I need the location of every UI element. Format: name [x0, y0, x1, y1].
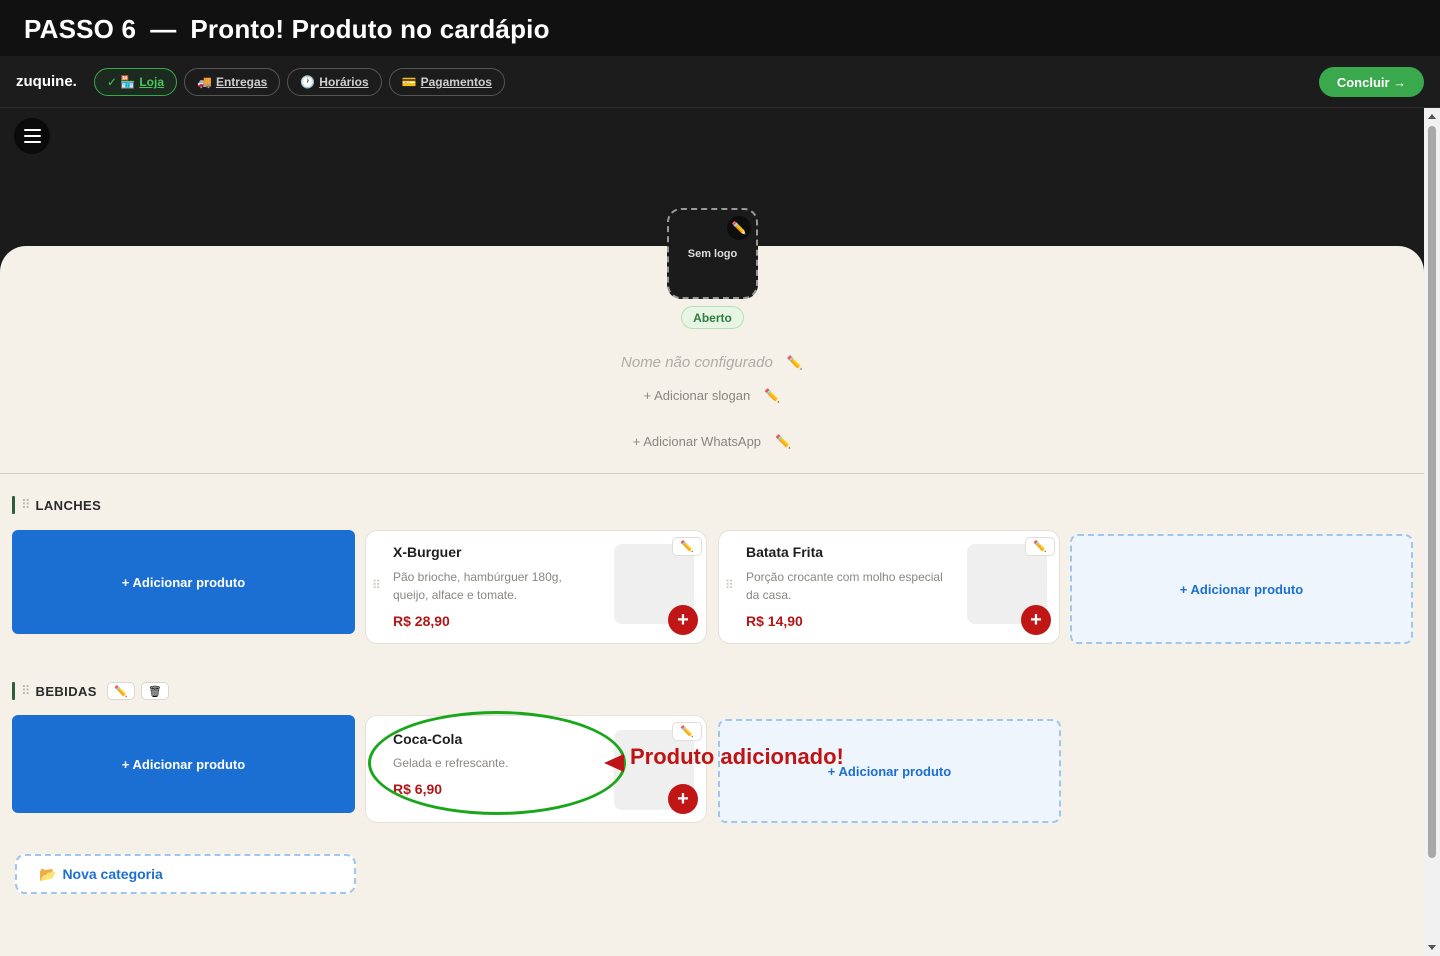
category-header-bebidas: ⠿ BEBIDAS ✏️ 🗑 — [12, 682, 169, 700]
tab-label: Pagamentos — [420, 75, 492, 89]
store-icon: ✓ 🏪 — [107, 75, 136, 89]
pencil-icon[interactable]: ✏️ — [727, 216, 751, 240]
concluir-button[interactable]: Concluir → — [1319, 67, 1424, 97]
scroll-up-arrow-icon[interactable] — [1428, 114, 1436, 119]
pencil-icon[interactable]: ✏️ — [106, 682, 135, 700]
drag-grip-icon[interactable]: ⠿ — [725, 578, 734, 592]
category-accent-bar — [12, 682, 15, 700]
new-category-button[interactable]: 📂 Nova categoria — [15, 854, 356, 894]
step-title: Pronto! Produto no cardápio — [190, 14, 550, 44]
pencil-icon[interactable]: ✏️ — [1025, 537, 1055, 556]
category-title[interactable]: LANCHES — [36, 498, 102, 513]
add-slogan-label[interactable]: + Adicionar slogan — [644, 388, 751, 403]
trash-icon[interactable]: 🗑 — [140, 682, 169, 700]
clock-icon: 🕐 — [300, 75, 316, 89]
product-description: Pão brioche, hambúrguer 180g, queijo, al… — [393, 570, 562, 602]
drag-grip-icon[interactable]: ⠿ — [21, 683, 31, 699]
vertical-scrollbar[interactable] — [1424, 108, 1440, 956]
add-whatsapp-link[interactable]: + Adicionar WhatsApp ✏️ — [0, 434, 1424, 450]
step-banner: PASSO 6 — Pronto! Produto no cardápio — [0, 0, 1440, 56]
step-number: PASSO 6 — [24, 14, 137, 44]
product-description: Porção crocante com molho especial da ca… — [746, 570, 943, 602]
drag-grip-icon[interactable]: ⠿ — [21, 497, 31, 513]
pencil-icon[interactable]: ✏️ — [672, 722, 702, 741]
plus-icon[interactable]: + — [668, 605, 698, 635]
pencil-icon[interactable]: ✏️ — [787, 355, 803, 370]
annotation-text: Produto adicionado! — [630, 744, 844, 769]
plus-icon[interactable]: + — [668, 784, 698, 814]
product-name: Batata Frita — [746, 544, 824, 560]
category-header-lanches: ⠿ LANCHES — [12, 496, 101, 514]
tab-label: Horários — [319, 75, 369, 89]
add-product-dashed-button[interactable]: + Adicionar produto — [718, 719, 1061, 823]
pencil-icon[interactable]: ✏️ — [672, 537, 702, 556]
product-price: R$ 14,90 — [746, 613, 803, 629]
menu-icon[interactable] — [14, 118, 50, 154]
credit-card-icon: 💳 — [401, 75, 417, 89]
product-card-batata-frita[interactable]: ⠿ Batata Frita Porção crocante com molho… — [718, 530, 1060, 644]
divider — [0, 473, 1424, 474]
store-name[interactable]: Nome não configurado ✏️ — [0, 354, 1424, 371]
scroll-down-arrow-icon[interactable] — [1428, 945, 1436, 950]
add-product-button[interactable]: + Adicionar produto — [12, 715, 355, 813]
new-category-label: Nova categoria — [62, 866, 163, 882]
tab-entregas[interactable]: 🚚 Entregas — [184, 68, 281, 96]
scrollbar-thumb[interactable] — [1428, 126, 1436, 858]
plus-icon[interactable]: + — [1021, 605, 1051, 635]
highlight-ellipse — [368, 711, 626, 815]
category-accent-bar — [12, 496, 15, 514]
tab-horarios[interactable]: 🕐 Horários — [287, 68, 382, 96]
tab-loja[interactable]: ✓ 🏪 Loja — [94, 68, 178, 96]
folder-icon: 📂 — [39, 865, 57, 882]
drag-grip-icon[interactable]: ⠿ — [372, 578, 381, 592]
setup-tabs: ✓ 🏪 Loja 🚚 Entregas 🕐 Horários 💳 Pagamentos — [94, 68, 505, 96]
banner-separator: — — [150, 14, 177, 44]
top-navigation-bar: zuquine. ✓ 🏪 Loja 🚚 Entregas 🕐 Horários 💳 Pa… — [0, 56, 1440, 108]
add-slogan-link[interactable]: + Adicionar slogan ✏️ — [0, 388, 1424, 404]
arrow-icon — [604, 754, 624, 772]
pencil-icon[interactable]: ✏️ — [764, 388, 780, 403]
add-whatsapp-label[interactable]: + Adicionar WhatsApp — [633, 434, 761, 449]
product-name: X-Burguer — [393, 544, 462, 560]
store-name-placeholder[interactable]: Nome não configurado — [621, 354, 773, 371]
tab-pagamentos[interactable]: 💳 Pagamentos — [388, 68, 505, 96]
brand-logo: zuquine. — [16, 73, 77, 90]
menu-preview: Sem logo ✏️ Aberto Nome não configurado ✏… — [0, 108, 1424, 956]
add-product-button[interactable]: + Adicionar produto — [12, 530, 355, 634]
tab-label: Entregas — [215, 75, 268, 89]
product-card-x-burguer[interactable]: ⠿ X-Burguer Pão brioche, hambúrguer 180g… — [365, 530, 707, 644]
product-price: R$ 28,90 — [393, 613, 450, 629]
pencil-icon[interactable]: ✏️ — [775, 434, 791, 449]
tab-label: Loja — [139, 75, 165, 89]
add-product-dashed-button[interactable]: + Adicionar produto — [1070, 534, 1413, 644]
truck-icon: 🚚 — [197, 75, 212, 89]
status-badge: Aberto — [681, 306, 744, 329]
category-title[interactable]: BEBIDAS — [36, 684, 97, 699]
